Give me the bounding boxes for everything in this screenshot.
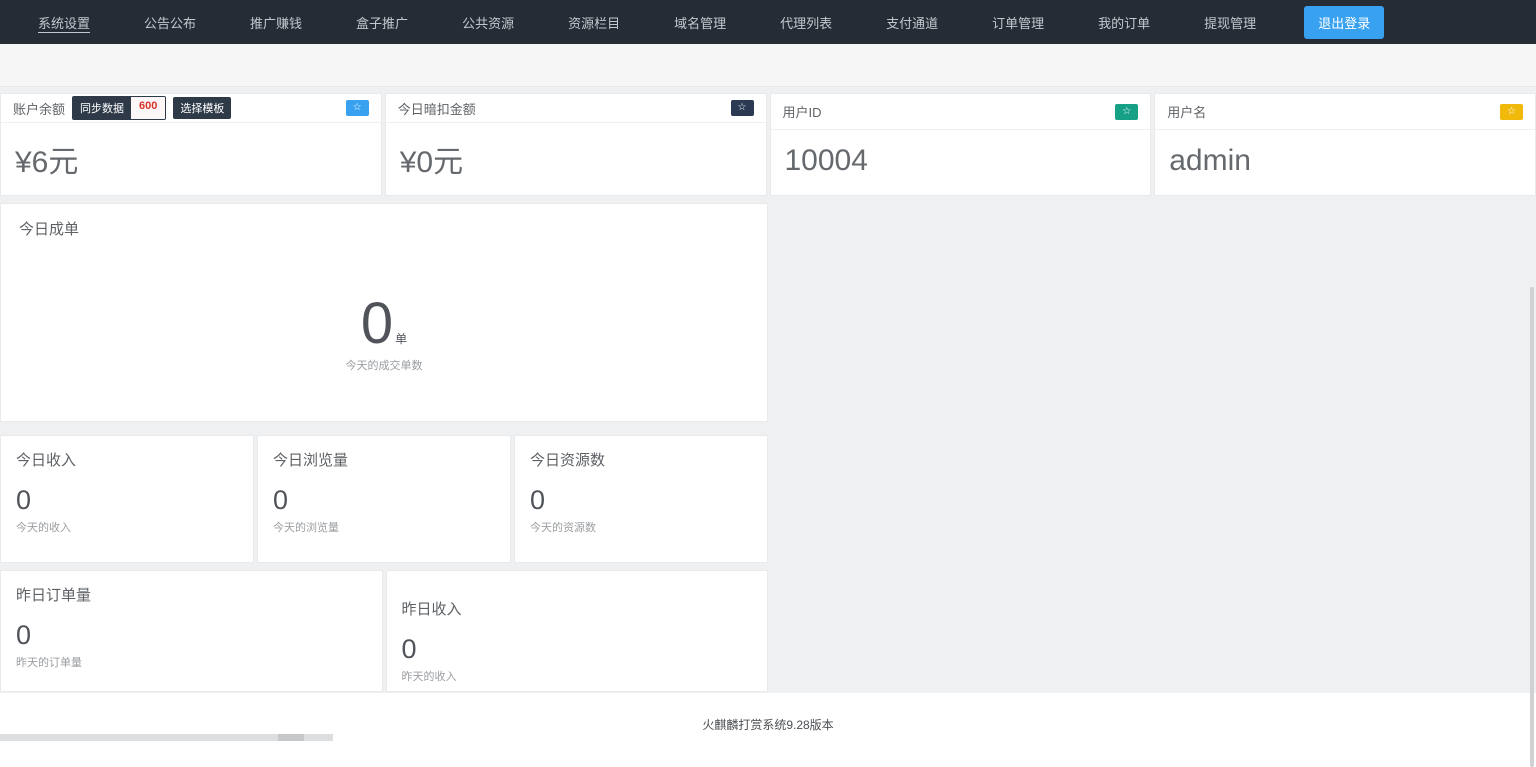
stat-card-header: 用户名 ☆: [1155, 94, 1535, 130]
username-value: admin: [1155, 130, 1535, 192]
star-icon[interactable]: ☆: [731, 100, 754, 116]
today-resources-card: 今日资源数 0 今天的资源数: [514, 435, 768, 563]
card-value: 0: [16, 621, 367, 651]
notice-bar: [0, 44, 1536, 87]
card-title: 昨日订单量: [16, 584, 367, 605]
horizontal-scrollbar-thumb[interactable]: [278, 734, 304, 741]
today-views-card: 今日浏览量 0 今天的浏览量: [257, 435, 511, 563]
top-navbar: 系统设置 公告公布 推广赚钱 盒子推广 公共资源 资源栏目 域名管理 代理列表 …: [0, 0, 1536, 44]
card-value: 0: [16, 486, 238, 516]
nav-item-domain-management[interactable]: 域名管理: [660, 9, 740, 36]
card-title: 昨日收入: [402, 598, 753, 619]
today-orders-value: 0: [361, 295, 393, 353]
nav-item-agent-list[interactable]: 代理列表: [766, 9, 846, 36]
nav-item-public-resources[interactable]: 公共资源: [448, 9, 528, 36]
stat-card-title: 今日暗扣金额: [398, 99, 476, 118]
stat-card-header: 今日暗扣金额 ☆: [386, 94, 766, 123]
today-orders-title: 今日成单: [1, 204, 767, 253]
nav-item-withdrawal-management[interactable]: 提现管理: [1190, 9, 1270, 36]
yesterday-orders-card: 昨日订单量 0 昨天的订单量: [0, 570, 383, 692]
user-id-value: 10004: [771, 130, 1151, 192]
choose-template-button[interactable]: 选择模板: [173, 97, 231, 119]
today-income-card: 今日收入 0 今天的收入: [0, 435, 254, 563]
nav-item-my-orders[interactable]: 我的订单: [1084, 9, 1164, 36]
card-title: 今日浏览量: [273, 449, 495, 470]
card-subtitle: 今天的资源数: [530, 519, 752, 535]
card-subtitle: 昨天的收入: [402, 668, 753, 684]
today-orders-center: 0 单 今天的成交单数: [1, 247, 767, 421]
card-value: 0: [530, 486, 752, 516]
footer-version-text: 火麒麟打赏系统9.28版本: [0, 716, 1536, 733]
star-icon[interactable]: ☆: [346, 100, 369, 116]
yesterday-income-card: 昨日收入 0 昨天的收入: [386, 570, 769, 692]
star-icon[interactable]: ☆: [1115, 104, 1138, 120]
today-hidden-amount-value: ¥0元: [386, 123, 766, 195]
main-content: 账户余额 同步数据 600 选择模板 ☆ ¥6元 今日暗扣金额 ☆ ¥0元 用户…: [0, 87, 1536, 741]
stat-card-today-hidden-amount: 今日暗扣金额 ☆ ¥0元: [385, 93, 767, 196]
nav-item-promotion-earn[interactable]: 推广赚钱: [236, 9, 316, 36]
nav-item-box-promotion[interactable]: 盒子推广: [342, 9, 422, 36]
stat-card-title: 用户ID: [783, 102, 822, 121]
card-value: 0: [402, 635, 753, 665]
stat-card-header: 账户余额 同步数据 600 选择模板 ☆: [1, 94, 381, 123]
nav-item-payment-channels[interactable]: 支付通道: [872, 9, 952, 36]
mid-card-row: 今日收入 0 今天的收入 今日浏览量 0 今天的浏览量 今日资源数 0 今天的资…: [0, 435, 768, 563]
horizontal-scrollbar[interactable]: [0, 734, 333, 741]
stat-card-account-balance: 账户余额 同步数据 600 选择模板 ☆ ¥6元: [0, 93, 382, 196]
nav-item-resource-categories[interactable]: 资源栏目: [554, 9, 634, 36]
vertical-scrollbar-thumb[interactable]: [1530, 287, 1534, 767]
nav-item-system-settings[interactable]: 系统设置: [24, 9, 104, 36]
stat-card-title: 用户名: [1167, 102, 1206, 121]
sync-data-label: 同步数据: [73, 97, 131, 119]
stat-card-user-id: 用户ID ☆ 10004: [770, 93, 1152, 196]
logout-button[interactable]: 退出登录: [1304, 6, 1384, 39]
star-icon[interactable]: ☆: [1500, 104, 1523, 120]
card-value: 0: [273, 486, 495, 516]
card-subtitle: 今天的浏览量: [273, 519, 495, 535]
stat-card-row: 账户余额 同步数据 600 选择模板 ☆ ¥6元 今日暗扣金额 ☆ ¥0元 用户…: [0, 93, 1536, 196]
bottom-card-row: 昨日订单量 0 昨天的订单量 昨日收入 0 昨天的收入: [0, 570, 768, 692]
sync-count-badge: 600: [131, 97, 165, 119]
nav-item-order-management[interactable]: 订单管理: [978, 9, 1058, 36]
account-balance-value: ¥6元: [1, 123, 381, 195]
sync-data-button[interactable]: 同步数据 600: [72, 96, 166, 120]
stat-card-title: 账户余额: [13, 99, 65, 118]
today-orders-unit: 单: [395, 330, 407, 347]
today-orders-subtitle: 今天的成交单数: [346, 357, 423, 373]
card-title: 今日收入: [16, 449, 238, 470]
nav-item-announcements[interactable]: 公告公布: [130, 9, 210, 36]
card-title: 今日资源数: [530, 449, 752, 470]
card-subtitle: 今天的收入: [16, 519, 238, 535]
stat-card-header: 用户ID ☆: [771, 94, 1151, 130]
stat-card-username: 用户名 ☆ admin: [1154, 93, 1536, 196]
today-orders-card: 今日成单 0 单 今天的成交单数: [0, 203, 768, 422]
card-subtitle: 昨天的订单量: [16, 654, 367, 670]
